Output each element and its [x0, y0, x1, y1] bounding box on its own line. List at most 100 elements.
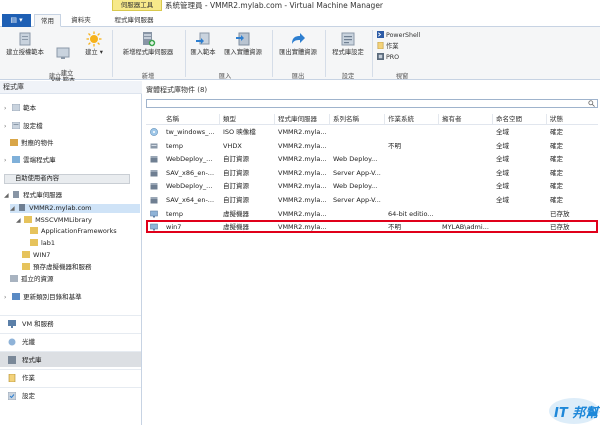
vm-template-icon	[56, 47, 70, 59]
library-settings-button[interactable]: 程式庫設定	[326, 31, 370, 56]
powershell-icon	[377, 31, 384, 38]
context-tab-server-tools[interactable]: 伺服器工具	[112, 0, 162, 11]
tree-node-library-servers[interactable]: ◢ 程式庫伺服器	[4, 191, 62, 200]
tree-label: 雲端程式庫	[23, 156, 56, 164]
create-label: 建立	[85, 49, 98, 56]
workspace-settings[interactable]: 設定	[0, 387, 141, 403]
tree-node-server-vmmr2[interactable]: ◢ VMMR2.mylab.com	[10, 204, 140, 213]
tree-node-application-frameworks[interactable]: ApplicationFrameworks	[30, 227, 117, 236]
cell-type: 自訂資源	[223, 168, 249, 177]
column-header-os[interactable]: 作業系統	[388, 113, 438, 125]
tree-label: MSSCVMMLibrary	[35, 216, 92, 224]
jobs-icon	[8, 374, 16, 382]
column-separator[interactable]	[438, 114, 439, 124]
orphaned-resource-icon	[10, 275, 18, 282]
stored-vm-icon	[22, 263, 30, 270]
pro-label: PRO	[386, 54, 400, 61]
table-row[interactable]: SAV_x86_en-... 自訂資源 VMMR2.myla... Server Ap…	[146, 167, 598, 179]
cell-family: Web Deploy...	[333, 182, 378, 191]
cell-type: ISO 映像檔	[223, 128, 256, 136]
create-license-template-button[interactable]: 建立授權範本	[4, 31, 46, 56]
table-row[interactable]: SAV_x64_en-... 自訂資源 VMMR2.myla... Server Ap…	[146, 194, 598, 206]
cell-server: VMMR2.myla...	[278, 196, 327, 204]
settings-icon	[8, 392, 16, 400]
column-separator[interactable]	[329, 114, 330, 124]
pro-button[interactable]: PRO	[377, 53, 399, 62]
workspace-jobs[interactable]: 作業	[0, 369, 141, 385]
column-separator[interactable]	[219, 114, 220, 124]
tree-node-stored-vms[interactable]: 預存虛擬機器和服務	[22, 263, 92, 272]
tree-label: 孤立的資源	[21, 275, 54, 283]
column-header-status[interactable]: 狀態	[550, 113, 596, 125]
navigation-header: 程式庫	[0, 81, 142, 94]
tree-node-profiles[interactable]: › 設定檔	[4, 122, 43, 131]
tree-node-msscvmmlibrary[interactable]: ◢ MSSCVMMLibrary	[16, 216, 92, 225]
column-separator[interactable]	[274, 114, 275, 124]
tree-label: 對應的物件	[21, 139, 54, 147]
cell-os: 64-bit editio...	[388, 209, 434, 218]
table-row[interactable]: temp VHDX VMMR2.myla... 不明 全域 確定	[146, 140, 598, 152]
cell-type: VHDX	[223, 141, 242, 150]
column-separator[interactable]	[546, 114, 547, 124]
collapse-arrow-icon[interactable]: ◢	[10, 204, 16, 213]
table-row[interactable]: WebDeploy_... 自訂資源 VMMR2.myla... Web Deploy…	[146, 153, 598, 165]
column-separator[interactable]	[384, 114, 385, 124]
table-row[interactable]: temp 虛擬機器 VMMR2.myla... 64-bit editio... 已存放	[146, 208, 598, 220]
cell-name: WebDeploy_...	[166, 155, 213, 164]
collapse-arrow-icon[interactable]: ◢	[16, 216, 22, 225]
package-icon	[150, 156, 158, 163]
table-row[interactable]: WebDeploy_... 自訂資源 VMMR2.myla... Web Deploy…	[146, 180, 598, 192]
column-header-owner[interactable]: 擁有者	[442, 113, 492, 125]
table-row[interactable]: tw_windows_... ISO 映像檔 VMMR2.myla... 全域 確定	[146, 126, 598, 138]
column-header-library-server[interactable]: 程式庫伺服器	[278, 113, 330, 125]
workspace-vms-and-services[interactable]: VM 和服務	[0, 315, 141, 331]
cell-type: 自訂資源	[223, 182, 249, 191]
tab-home[interactable]: 常用	[34, 14, 61, 27]
fabric-icon	[8, 338, 16, 346]
tab-library-server[interactable]: 程式庫伺服器	[104, 14, 164, 27]
powershell-button[interactable]: PowerShell	[377, 31, 420, 40]
expand-arrow-icon[interactable]: ›	[4, 104, 10, 113]
column-header-family-name[interactable]: 系列名稱	[333, 113, 383, 125]
workspace-library[interactable]: 程式庫	[0, 351, 141, 367]
tree-label: 範本	[23, 104, 37, 112]
cell-family: Web Deploy...	[333, 155, 378, 164]
sun-star-icon	[86, 31, 102, 47]
self-service-content-button[interactable]: 自助使用者內容	[4, 174, 130, 184]
tree-node-lab1[interactable]: lab1	[30, 239, 55, 248]
tree-node-update-catalog[interactable]: › 更新類別目錄和基準	[4, 293, 82, 302]
import-physical-resource-button[interactable]: 匯入實體資源	[218, 31, 268, 56]
cell-name: tw_windows_...	[166, 128, 215, 136]
import-resource-icon	[236, 32, 250, 46]
collapse-arrow-icon[interactable]: ◢	[4, 191, 10, 200]
tree-node-win7[interactable]: WIN7	[22, 251, 50, 260]
tree-label: 設定檔	[23, 122, 43, 130]
tab-folder[interactable]: 資料夾	[63, 14, 99, 27]
update-catalog-icon	[12, 293, 21, 300]
tree-node-templates[interactable]: › 範本	[4, 104, 36, 113]
tree-node-cloud-libraries[interactable]: › 雲端程式庫	[4, 156, 56, 165]
cell-ns: 全域	[496, 196, 509, 204]
jobs-button[interactable]: 作業	[377, 42, 399, 51]
file-menu-button[interactable]: ▤ ▾	[2, 14, 31, 27]
tree-node-orphaned-resources[interactable]: 孤立的資源	[10, 275, 54, 284]
workspace-label: 作業	[22, 374, 35, 382]
column-header-type[interactable]: 類型	[223, 113, 275, 125]
column-separator[interactable]	[492, 114, 493, 124]
cell-status: 確定	[550, 128, 563, 136]
create-button[interactable]: 建立 ▾	[80, 31, 108, 56]
workspace-fabric[interactable]: 光纖	[0, 333, 141, 349]
column-header-name[interactable]: 名稱	[166, 113, 221, 125]
expand-arrow-icon[interactable]: ›	[4, 156, 10, 165]
add-library-server-button[interactable]: 新增程式庫伺服器	[114, 31, 182, 56]
group-label-import: 匯入	[218, 73, 232, 80]
tree-node-equivalent-objects[interactable]: 對應的物件	[10, 139, 54, 148]
search-input[interactable]	[146, 99, 598, 108]
expand-arrow-icon[interactable]: ›	[4, 293, 10, 302]
workspace-label: 設定	[22, 392, 35, 400]
import-template-button[interactable]: 匯入範本	[187, 31, 219, 56]
watermark-text: IT 邦幫忙	[554, 405, 600, 421]
column-header-namespace[interactable]: 命名空間	[496, 113, 546, 125]
export-physical-resource-button[interactable]: 匯出實體資源	[273, 31, 323, 56]
expand-arrow-icon[interactable]: ›	[4, 122, 10, 131]
